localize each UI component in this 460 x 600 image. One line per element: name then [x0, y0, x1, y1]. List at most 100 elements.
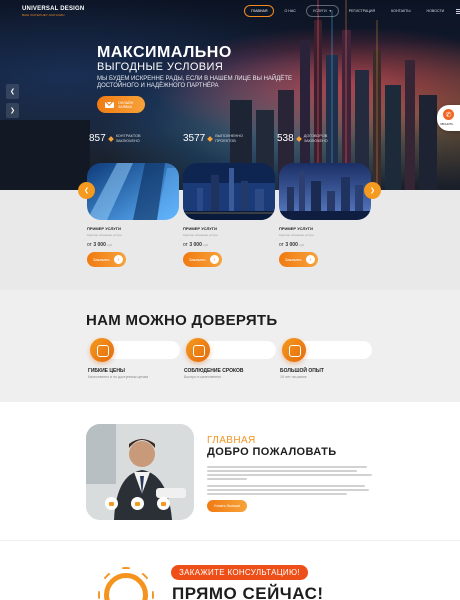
- chevron-right-icon: ›: [114, 255, 123, 264]
- price-prefix: от: [183, 242, 188, 248]
- price-prefix: от: [87, 242, 92, 248]
- price-value: 3 000: [93, 242, 106, 248]
- diamond-icon: [295, 135, 302, 142]
- stat-number: 538: [277, 133, 294, 144]
- chevron-right-icon: ›: [306, 255, 315, 264]
- stat-label: ДОГОВОРОВ ЗАКЛЮЧЕНО: [303, 134, 328, 143]
- brand-tagline: ВАШ ИНТЕРНЕТ-МАГАЗИН: [22, 13, 65, 17]
- brand-name: UNIVERSAL DESIGN: [22, 6, 85, 12]
- feature-title: СОБЛЮДЕНИЕ СРОКОВ: [184, 368, 244, 374]
- stat-label: КОНТРАКТОВ ЗАКЛЮЧЕНО: [115, 134, 141, 143]
- chevron-down-icon: ▼: [328, 9, 332, 13]
- mail-icon: [105, 101, 114, 108]
- nav-item-about[interactable]: О НАС: [278, 6, 301, 16]
- top-bar: UNIVERSAL DESIGN ВАШ ИНТЕРНЕТ-МАГАЗИН ГЛ…: [0, 0, 460, 26]
- city-skyline: [0, 0, 437, 190]
- social-mail-icon[interactable]: [131, 497, 144, 510]
- services-prev-arrow[interactable]: ❮: [78, 182, 95, 199]
- order-label: Заказать: [285, 257, 302, 262]
- price-value: 3 000: [285, 242, 298, 248]
- stat-item: 3577 ВЫПОЛНЕННО ПРОЕКТОВ: [183, 133, 277, 144]
- diamond-icon: [207, 135, 214, 142]
- stat-item: 857 КОНТРАКТОВ ЗАКЛЮЧЕНО: [89, 133, 183, 144]
- feature-title: ГИБКИЕ ЦЕНЫ: [88, 368, 125, 374]
- call-label: ЗВОНИТЬ: [440, 122, 454, 126]
- stat-number: 3577: [183, 133, 206, 144]
- page: UNIVERSAL DESIGN ВАШ ИНТЕРНЕТ-МАГАЗИН ГЛ…: [0, 0, 460, 600]
- diamond-icon: [107, 135, 114, 142]
- online-request-button[interactable]: ОНЛАЙН ЗАЯВКА: [97, 96, 145, 113]
- consult-badge[interactable]: ЗАКАЖИТЕ КОНСУЛЬТАЦИЮ!: [171, 565, 308, 580]
- hero-next-arrow[interactable]: ❯: [6, 103, 19, 118]
- feature-desc: Быстро и качественно: [184, 375, 222, 379]
- feature-desc: 10 лет на рынке: [280, 375, 307, 379]
- service-card: ПРИМЕР УСЛУГИ Краткое описание услуги от…: [279, 163, 371, 267]
- hero-prev-arrow[interactable]: ❮: [6, 84, 19, 99]
- city-night-image: [183, 163, 275, 220]
- logo[interactable]: UNIVERSAL DESIGN ВАШ ИНТЕРНЕТ-МАГАЗИН: [22, 6, 84, 17]
- order-button[interactable]: Заказать ›: [183, 252, 222, 267]
- welcome-kicker: ГЛАВНАЯ: [207, 435, 256, 446]
- hero-text: МЫ БУДЕМ ИСКРЕННЕ РАДЫ, ЕСЛИ В НАШЕМ ЛИЦ…: [97, 76, 292, 89]
- stat-number: 857: [89, 133, 106, 144]
- consult-title: ПРЯМО СЕЙЧАС!: [172, 584, 324, 600]
- order-label: Заказать: [93, 257, 110, 262]
- consult-section: ЗАКАЖИТЕ КОНСУЛЬТАЦИЮ! ПРЯМО СЕЙЧАС!: [0, 540, 460, 600]
- nav-item-news[interactable]: НОВОСТИ: [421, 6, 451, 16]
- social-youtube-icon[interactable]: [105, 497, 118, 510]
- skyscraper-image: [87, 163, 179, 220]
- welcome-text-placeholder: [207, 466, 372, 497]
- chevron-right-icon: ›: [210, 255, 219, 264]
- learn-more-button[interactable]: Узнать больше: [207, 500, 247, 512]
- stat-label: ВЫПОЛНЕННО ПРОЕКТОВ: [215, 134, 243, 143]
- service-title: ПРИМЕР УСЛУГИ: [87, 226, 121, 231]
- phone-icon: ✆: [443, 109, 454, 120]
- order-button[interactable]: Заказать ›: [279, 252, 318, 267]
- hero-subtitle: ВЫГОДНЫЕ УСЛОВИЯ: [97, 61, 224, 73]
- price-prefix: от: [279, 242, 284, 248]
- welcome-section: ГЛАВНАЯ ДОБРО ПОЖАЛОВАТЬ Узнать больше: [0, 402, 460, 540]
- gear-icon: [104, 573, 148, 600]
- menu-icon[interactable]: [456, 8, 460, 14]
- service-image[interactable]: [279, 163, 371, 220]
- welcome-title: ДОБРО ПОЖАЛОВАТЬ: [207, 446, 337, 458]
- trust-section: НАМ МОЖНО ДОВЕРЯТЬ ГИБКИЕ ЦЕНЫ Качествен…: [0, 290, 460, 402]
- city-dusk-image: [279, 163, 371, 220]
- price-value: 3 000: [189, 242, 202, 248]
- hero-section: UNIVERSAL DESIGN ВАШ ИНТЕРНЕТ-МАГАЗИН ГЛ…: [0, 0, 460, 190]
- call-button[interactable]: ✆ ЗВОНИТЬ: [437, 105, 460, 131]
- social-vk-icon[interactable]: [157, 497, 170, 510]
- price-currency: руб.: [107, 243, 113, 247]
- service-desc: Краткое описание услуги: [87, 233, 122, 237]
- service-image[interactable]: [87, 163, 179, 220]
- service-price: от 3 000 руб.: [183, 242, 209, 248]
- service-card: ПРИМЕР УСЛУГИ Краткое описание услуги от…: [183, 163, 275, 267]
- hero-title: МАКСИМАЛЬНО: [97, 44, 232, 61]
- nav-item-home[interactable]: ГЛАВНАЯ: [244, 5, 275, 17]
- feature-desc: Качественно и по доступным ценам: [88, 375, 148, 379]
- businessman-photo: [86, 424, 194, 520]
- order-label: Заказать: [189, 257, 206, 262]
- price-currency: руб.: [299, 243, 305, 247]
- nav-item-services-label: УСЛУГИ: [312, 9, 327, 13]
- service-title: ПРИМЕР УСЛУГИ: [183, 226, 217, 231]
- price-icon: [90, 338, 114, 362]
- clock-icon: [186, 338, 210, 362]
- hero-stats: 857 КОНТРАКТОВ ЗАКЛЮЧЕНО 3577 ВЫПОЛНЕННО…: [89, 133, 371, 144]
- order-button[interactable]: Заказать ›: [87, 252, 126, 267]
- services-next-arrow[interactable]: ❯: [364, 182, 381, 199]
- main-nav: ГЛАВНАЯ О НАС УСЛУГИ ▼ РЕГИСТРАЦИЯ КОНТА…: [244, 5, 460, 17]
- service-desc: Краткое описание услуги: [183, 233, 218, 237]
- service-card: ПРИМЕР УСЛУГИ Краткое описание услуги от…: [87, 163, 179, 267]
- service-price: от 3 000 руб.: [87, 242, 113, 248]
- nav-item-contacts[interactable]: КОНТАКТЫ: [385, 6, 416, 16]
- service-desc: Краткое описание услуги: [279, 233, 314, 237]
- service-price: от 3 000 руб.: [279, 242, 305, 248]
- nav-item-services[interactable]: УСЛУГИ ▼: [305, 5, 339, 17]
- feature-title: БОЛЬШОЙ ОПЫТ: [280, 368, 324, 374]
- service-title: ПРИМЕР УСЛУГИ: [279, 226, 313, 231]
- price-currency: руб.: [203, 243, 209, 247]
- service-image[interactable]: [183, 163, 275, 220]
- experience-icon: [282, 338, 306, 362]
- nav-item-registration[interactable]: РЕГИСТРАЦИЯ: [343, 6, 381, 16]
